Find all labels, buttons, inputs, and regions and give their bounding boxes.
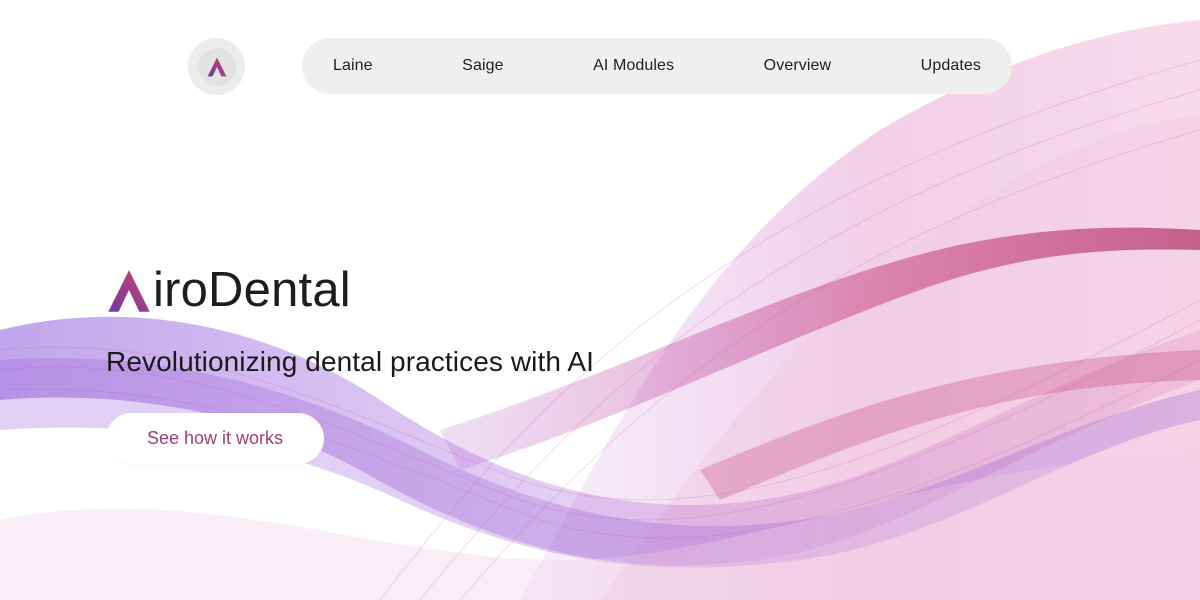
nav-item-overview[interactable]: Overview (764, 57, 831, 75)
logo-inner-circle (197, 47, 236, 86)
nav-item-updates[interactable]: Updates (921, 57, 981, 75)
nav-item-ai-modules[interactable]: AI Modules (593, 57, 674, 75)
brand-name: iroDental (153, 263, 351, 317)
brand-wordmark: iroDental (106, 262, 351, 318)
nav-item-saige[interactable]: Saige (462, 57, 503, 75)
main-nav: Laine Saige AI Modules Overview Updates (302, 38, 1012, 94)
home-logo-button[interactable] (188, 38, 245, 95)
hero-brand: iroDental (106, 262, 351, 318)
hero-tagline: Revolutionizing dental practices with AI (106, 346, 595, 377)
airodental-logo-icon (207, 57, 226, 76)
nav-item-laine[interactable]: Laine (333, 57, 373, 75)
see-how-it-works-button[interactable]: See how it works (106, 413, 324, 464)
brand-a-logo-icon (108, 270, 150, 312)
